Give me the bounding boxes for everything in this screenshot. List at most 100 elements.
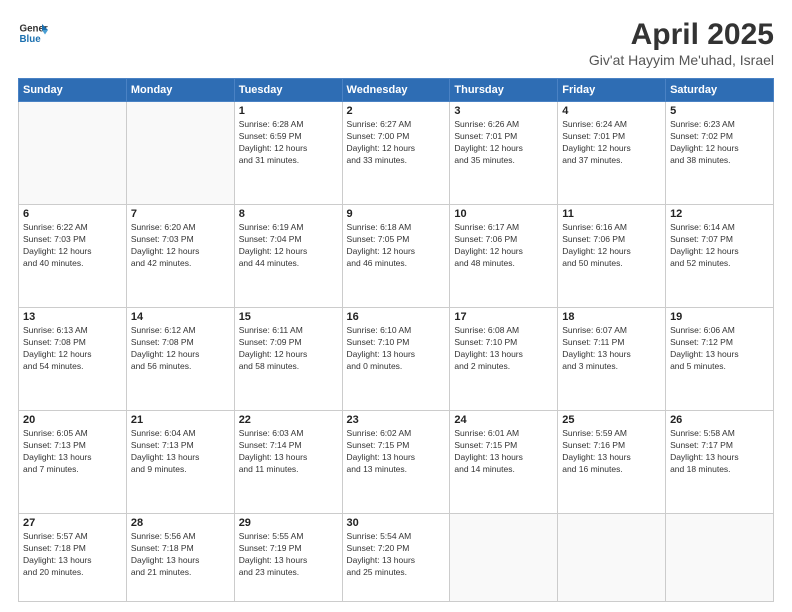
table-row: 10 Sunrise: 6:17 AM Sunset: 7:06 PM Dayli… bbox=[450, 205, 558, 308]
day-number: 9 bbox=[347, 208, 446, 220]
day-info: Sunrise: 6:05 AM Sunset: 7:13 PM Dayligh… bbox=[23, 428, 122, 476]
day-info: Sunrise: 6:04 AM Sunset: 7:13 PM Dayligh… bbox=[131, 428, 230, 476]
col-monday: Monday bbox=[126, 79, 234, 102]
day-number: 20 bbox=[23, 414, 122, 426]
table-row bbox=[19, 102, 127, 205]
day-info: Sunrise: 6:27 AM Sunset: 7:00 PM Dayligh… bbox=[347, 119, 446, 167]
day-info: Sunrise: 6:16 AM Sunset: 7:06 PM Dayligh… bbox=[562, 222, 661, 270]
table-row: 26 Sunrise: 5:58 AM Sunset: 7:17 PM Dayli… bbox=[666, 411, 774, 514]
day-number: 26 bbox=[670, 414, 769, 426]
table-row: 24Sunrise: 6:01 AM Sunset: 7:15 PM Dayli… bbox=[450, 411, 558, 514]
table-row: 13 Sunrise: 6:13 AM Sunset: 7:08 PM Dayli… bbox=[19, 308, 127, 411]
day-number: 1 bbox=[239, 105, 338, 117]
day-info: Sunrise: 6:28 AM Sunset: 6:59 PM Dayligh… bbox=[239, 119, 338, 167]
header: General Blue April 2025 Giv'at Hayyim Me… bbox=[18, 18, 774, 68]
table-row: 2 Sunrise: 6:27 AM Sunset: 7:00 PM Daylig… bbox=[342, 102, 450, 205]
table-row: 25 Sunrise: 5:59 AM Sunset: 7:16 PM Dayli… bbox=[558, 411, 666, 514]
day-number: 30 bbox=[347, 517, 446, 529]
day-number: 6 bbox=[23, 208, 122, 220]
title-block: April 2025 Giv'at Hayyim Me'uhad, Israel bbox=[589, 18, 774, 68]
table-row: 14Sunrise: 6:12 AM Sunset: 7:08 PM Dayli… bbox=[126, 308, 234, 411]
table-row: 12Sunrise: 6:14 AM Sunset: 7:07 PM Dayli… bbox=[666, 205, 774, 308]
table-row: 4 Sunrise: 6:24 AM Sunset: 7:01 PM Daylig… bbox=[558, 102, 666, 205]
day-number: 12 bbox=[670, 208, 769, 220]
day-number: 10 bbox=[454, 208, 553, 220]
table-row: 18 Sunrise: 6:07 AM Sunset: 7:11 PM Dayli… bbox=[558, 308, 666, 411]
col-tuesday: Tuesday bbox=[234, 79, 342, 102]
col-saturday: Saturday bbox=[666, 79, 774, 102]
col-wednesday: Wednesday bbox=[342, 79, 450, 102]
col-thursday: Thursday bbox=[450, 79, 558, 102]
day-info: Sunrise: 5:55 AM Sunset: 7:19 PM Dayligh… bbox=[239, 531, 338, 579]
day-info: Sunrise: 6:22 AM Sunset: 7:03 PM Dayligh… bbox=[23, 222, 122, 270]
table-row: 7Sunrise: 6:20 AM Sunset: 7:03 PM Daylig… bbox=[126, 205, 234, 308]
calendar-table: Sunday Monday Tuesday Wednesday Thursday… bbox=[18, 78, 774, 602]
day-number: 28 bbox=[131, 517, 230, 529]
day-info: Sunrise: 6:18 AM Sunset: 7:05 PM Dayligh… bbox=[347, 222, 446, 270]
day-info: Sunrise: 5:54 AM Sunset: 7:20 PM Dayligh… bbox=[347, 531, 446, 579]
table-row: 19 Sunrise: 6:06 AM Sunset: 7:12 PM Dayli… bbox=[666, 308, 774, 411]
day-info: Sunrise: 6:10 AM Sunset: 7:10 PM Dayligh… bbox=[347, 325, 446, 373]
day-number: 17 bbox=[454, 311, 553, 323]
day-number: 11 bbox=[562, 208, 661, 220]
day-info: Sunrise: 6:08 AM Sunset: 7:10 PM Dayligh… bbox=[454, 325, 553, 373]
day-number: 2 bbox=[347, 105, 446, 117]
day-info: Sunrise: 6:02 AM Sunset: 7:15 PM Dayligh… bbox=[347, 428, 446, 476]
calendar-header-row: Sunday Monday Tuesday Wednesday Thursday… bbox=[19, 79, 774, 102]
day-number: 13 bbox=[23, 311, 122, 323]
logo-icon: General Blue bbox=[18, 18, 48, 48]
table-row: 1 Sunrise: 6:28 AM Sunset: 6:59 PM Daylig… bbox=[234, 102, 342, 205]
day-number: 19 bbox=[670, 311, 769, 323]
day-info: Sunrise: 5:56 AM Sunset: 7:18 PM Dayligh… bbox=[131, 531, 230, 579]
day-info: Sunrise: 6:01 AM Sunset: 7:15 PM Dayligh… bbox=[454, 428, 553, 476]
table-row: 22 Sunrise: 6:03 AM Sunset: 7:14 PM Dayli… bbox=[234, 411, 342, 514]
day-info: Sunrise: 6:19 AM Sunset: 7:04 PM Dayligh… bbox=[239, 222, 338, 270]
day-info: Sunrise: 6:03 AM Sunset: 7:14 PM Dayligh… bbox=[239, 428, 338, 476]
day-number: 14 bbox=[131, 311, 230, 323]
day-info: Sunrise: 6:23 AM Sunset: 7:02 PM Dayligh… bbox=[670, 119, 769, 167]
day-number: 29 bbox=[239, 517, 338, 529]
table-row: 5Sunrise: 6:23 AM Sunset: 7:02 PM Daylig… bbox=[666, 102, 774, 205]
day-info: Sunrise: 6:07 AM Sunset: 7:11 PM Dayligh… bbox=[562, 325, 661, 373]
col-sunday: Sunday bbox=[19, 79, 127, 102]
col-friday: Friday bbox=[558, 79, 666, 102]
table-row: 16 Sunrise: 6:10 AM Sunset: 7:10 PM Dayli… bbox=[342, 308, 450, 411]
day-number: 15 bbox=[239, 311, 338, 323]
day-number: 27 bbox=[23, 517, 122, 529]
day-number: 4 bbox=[562, 105, 661, 117]
table-row: 3 Sunrise: 6:26 AM Sunset: 7:01 PM Daylig… bbox=[450, 102, 558, 205]
table-row: 15 Sunrise: 6:11 AM Sunset: 7:09 PM Dayli… bbox=[234, 308, 342, 411]
day-number: 16 bbox=[347, 311, 446, 323]
day-number: 22 bbox=[239, 414, 338, 426]
day-info: Sunrise: 5:58 AM Sunset: 7:17 PM Dayligh… bbox=[670, 428, 769, 476]
day-number: 25 bbox=[562, 414, 661, 426]
day-number: 8 bbox=[239, 208, 338, 220]
table-row: 6 Sunrise: 6:22 AM Sunset: 7:03 PM Daylig… bbox=[19, 205, 127, 308]
day-number: 3 bbox=[454, 105, 553, 117]
day-info: Sunrise: 6:06 AM Sunset: 7:12 PM Dayligh… bbox=[670, 325, 769, 373]
day-info: Sunrise: 6:26 AM Sunset: 7:01 PM Dayligh… bbox=[454, 119, 553, 167]
calendar-location: Giv'at Hayyim Me'uhad, Israel bbox=[589, 52, 774, 68]
svg-text:Blue: Blue bbox=[20, 34, 42, 45]
day-info: Sunrise: 6:13 AM Sunset: 7:08 PM Dayligh… bbox=[23, 325, 122, 373]
day-number: 23 bbox=[347, 414, 446, 426]
table-row bbox=[666, 514, 774, 602]
day-info: Sunrise: 5:59 AM Sunset: 7:16 PM Dayligh… bbox=[562, 428, 661, 476]
table-row: 29 Sunrise: 5:55 AM Sunset: 7:19 PM Dayli… bbox=[234, 514, 342, 602]
day-info: Sunrise: 6:11 AM Sunset: 7:09 PM Dayligh… bbox=[239, 325, 338, 373]
calendar-title: April 2025 bbox=[589, 18, 774, 52]
logo: General Blue bbox=[18, 18, 48, 48]
table-row: 20 Sunrise: 6:05 AM Sunset: 7:13 PM Dayli… bbox=[19, 411, 127, 514]
table-row: 11 Sunrise: 6:16 AM Sunset: 7:06 PM Dayli… bbox=[558, 205, 666, 308]
table-row: 28 Sunrise: 5:56 AM Sunset: 7:18 PM Dayli… bbox=[126, 514, 234, 602]
day-number: 18 bbox=[562, 311, 661, 323]
day-info: Sunrise: 5:57 AM Sunset: 7:18 PM Dayligh… bbox=[23, 531, 122, 579]
table-row bbox=[558, 514, 666, 602]
day-info: Sunrise: 6:17 AM Sunset: 7:06 PM Dayligh… bbox=[454, 222, 553, 270]
day-info: Sunrise: 6:24 AM Sunset: 7:01 PM Dayligh… bbox=[562, 119, 661, 167]
table-row bbox=[126, 102, 234, 205]
table-row: 9 Sunrise: 6:18 AM Sunset: 7:05 PM Daylig… bbox=[342, 205, 450, 308]
day-number: 7 bbox=[131, 208, 230, 220]
table-row: 30 Sunrise: 5:54 AM Sunset: 7:20 PM Dayli… bbox=[342, 514, 450, 602]
day-number: 21 bbox=[131, 414, 230, 426]
